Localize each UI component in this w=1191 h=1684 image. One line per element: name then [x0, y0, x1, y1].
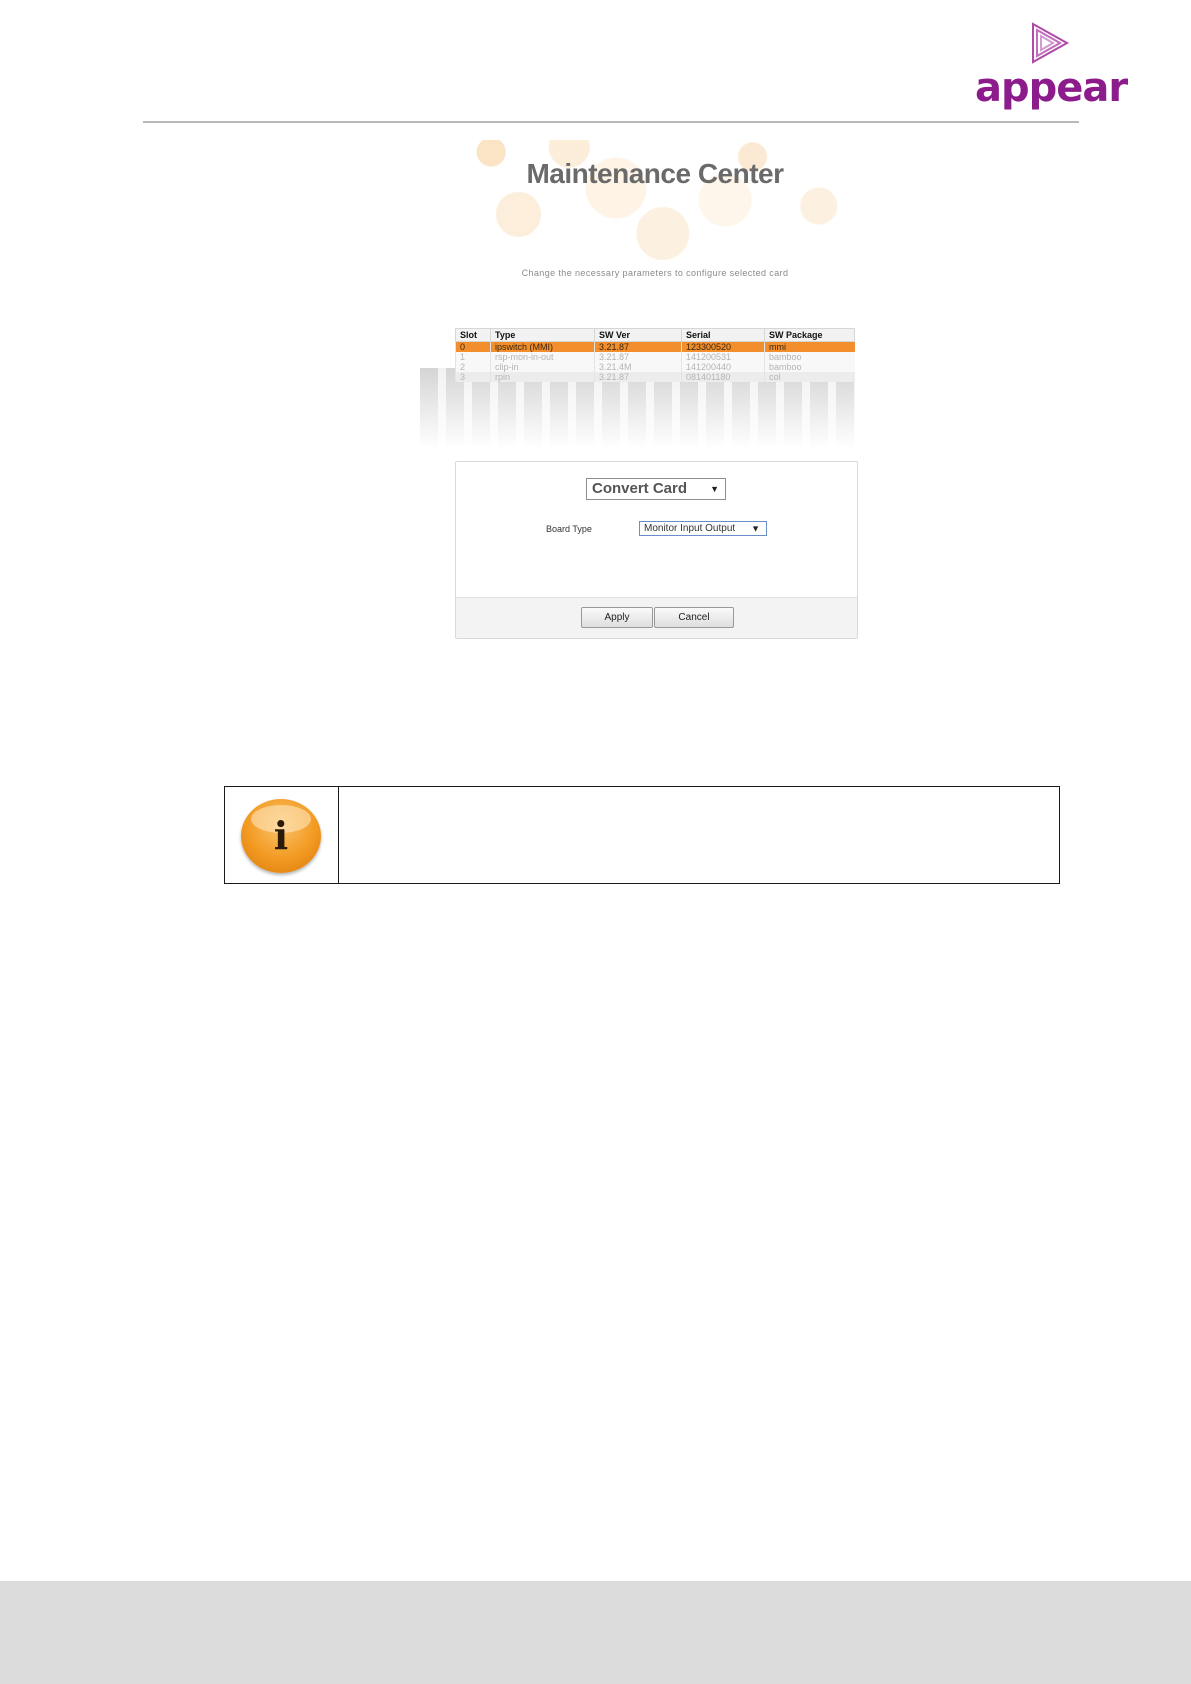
table-row[interactable]: 2 clip-in 3.21.4M 141200440 bamboo	[455, 362, 855, 372]
column-header[interactable]: Serial	[681, 328, 765, 342]
info-icon: i	[241, 799, 321, 873]
table-cell: bamboo	[764, 362, 855, 372]
appear-logo: appear	[975, 20, 1128, 115]
board-type-label: Board Type	[546, 524, 592, 534]
column-header[interactable]: SW Package	[764, 328, 855, 342]
info-icon-glyph: i	[273, 813, 289, 858]
table-header-row: Slot Type SW Ver Serial SW Package	[455, 328, 855, 342]
table-cell: 3.21.87	[594, 372, 682, 382]
play-logo-icon	[1032, 22, 1070, 64]
table-cell: 2	[455, 362, 491, 372]
table-cell: 3	[455, 372, 491, 382]
table-cell: 1	[455, 352, 491, 362]
table-cell: 081401180	[681, 372, 765, 382]
panel-footer: Apply Cancel	[456, 597, 857, 638]
board-type-value: Monitor Input Output	[644, 523, 736, 534]
page-subtitle: Change the necessary parameters to confi…	[521, 268, 789, 278]
chevron-down-icon: ▼	[710, 484, 719, 494]
table-cell: rsp-mon-in-out	[490, 352, 595, 362]
table-cell: 3.21.87	[594, 341, 682, 352]
info-note-box: i	[224, 786, 1060, 884]
column-header[interactable]: SW Ver	[594, 328, 682, 342]
info-icon-cell: i	[225, 787, 339, 883]
table-row[interactable]: 3 rpin 3.21.87 081401180 col	[455, 372, 855, 382]
table-cell: 3.21.87	[594, 352, 682, 362]
page-footer	[0, 1581, 1191, 1684]
logo-wordmark: appear	[975, 65, 1128, 111]
table-cell: rpin	[490, 372, 595, 382]
table-cell: 141200440	[681, 362, 765, 372]
table-row[interactable]: 1 rsp-mon-in-out 3.21.87 141200531 bambo…	[455, 352, 855, 362]
apply-button[interactable]: Apply	[581, 607, 653, 628]
chevron-down-icon: ▼	[751, 523, 760, 533]
table-cell: clip-in	[490, 362, 595, 372]
column-header[interactable]: Type	[490, 328, 595, 342]
page-title: Maintenance Center	[526, 158, 784, 189]
board-type-select[interactable]: Monitor Input Output ▼	[639, 521, 767, 536]
column-header[interactable]: Slot	[455, 328, 491, 342]
table-cell: 123300520	[681, 341, 765, 352]
table-cell: bamboo	[764, 352, 855, 362]
card-table: Slot Type SW Ver Serial SW Package 0 ips…	[455, 328, 855, 382]
info-text	[339, 787, 1059, 883]
table-cell: mmi	[764, 341, 855, 352]
header-divider	[143, 121, 1079, 123]
table-cell: 3.21.4M	[594, 362, 682, 372]
table-cell: col	[764, 372, 855, 382]
action-select-value: Convert Card	[592, 480, 688, 497]
cancel-button[interactable]: Cancel	[654, 607, 734, 628]
convert-card-panel: Convert Card ▼ Board Type Monitor Input …	[455, 461, 858, 639]
table-cell: 141200531	[681, 352, 765, 362]
table-row[interactable]: 0 ipswitch (MMI) 3.21.87 123300520 mmi	[455, 341, 855, 352]
action-select[interactable]: Convert Card ▼	[586, 478, 726, 500]
table-cell: ipswitch (MMI)	[490, 341, 595, 352]
table-cell: 0	[455, 341, 491, 352]
